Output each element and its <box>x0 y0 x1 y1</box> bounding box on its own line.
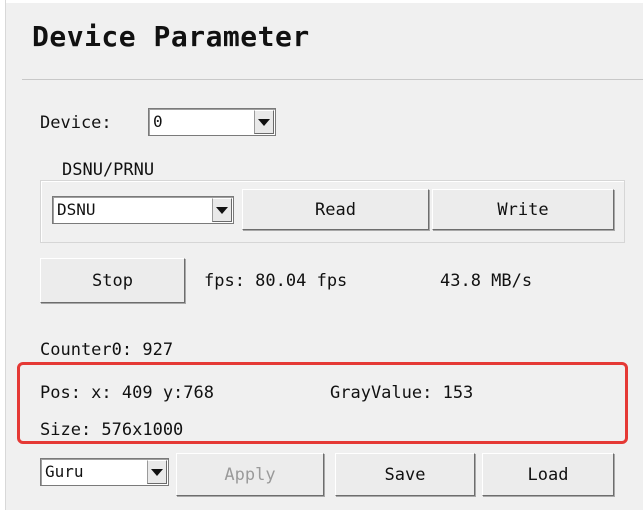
position-readout: Pos: x: 409 y:768 <box>40 383 214 403</box>
device-select[interactable]: 0 <box>148 108 276 136</box>
bandwidth-readout: 43.8 MB/s <box>440 271 533 291</box>
device-dropdown-button[interactable] <box>254 110 274 134</box>
load-button[interactable]: Load <box>482 453 614 496</box>
apply-button[interactable]: Apply <box>176 453 324 496</box>
page-title: Device Parameter <box>32 20 310 53</box>
write-button[interactable]: Write <box>432 189 614 230</box>
window-top-edge <box>0 0 643 3</box>
device-select-value: 0 <box>153 112 163 131</box>
gray-value-readout: GrayValue: 153 <box>330 383 474 403</box>
chevron-down-icon <box>258 118 270 126</box>
device-label: Device: <box>40 113 112 133</box>
fps-readout: fps: 80.04 fps <box>204 271 348 291</box>
window-left-edge <box>0 0 6 510</box>
size-readout: Size: 576x1000 <box>40 420 184 440</box>
title-divider <box>22 79 643 80</box>
chevron-down-icon <box>151 468 163 476</box>
profile-select[interactable]: Guru <box>40 458 169 486</box>
chevron-down-icon <box>216 206 228 214</box>
read-button[interactable]: Read <box>242 189 429 230</box>
profile-select-value: Guru <box>45 462 84 481</box>
dsnu-mode-select[interactable]: DSNU <box>52 196 234 224</box>
dsnu-mode-dropdown-button[interactable] <box>212 198 232 222</box>
dsnu-prnu-group-title: DSNU/PRNU <box>58 160 159 180</box>
stop-button[interactable]: Stop <box>40 258 185 303</box>
dsnu-mode-value: DSNU <box>57 200 96 219</box>
profile-dropdown-button[interactable] <box>147 460 167 484</box>
save-button[interactable]: Save <box>335 453 475 496</box>
counter-readout: Counter0: 927 <box>40 340 174 360</box>
